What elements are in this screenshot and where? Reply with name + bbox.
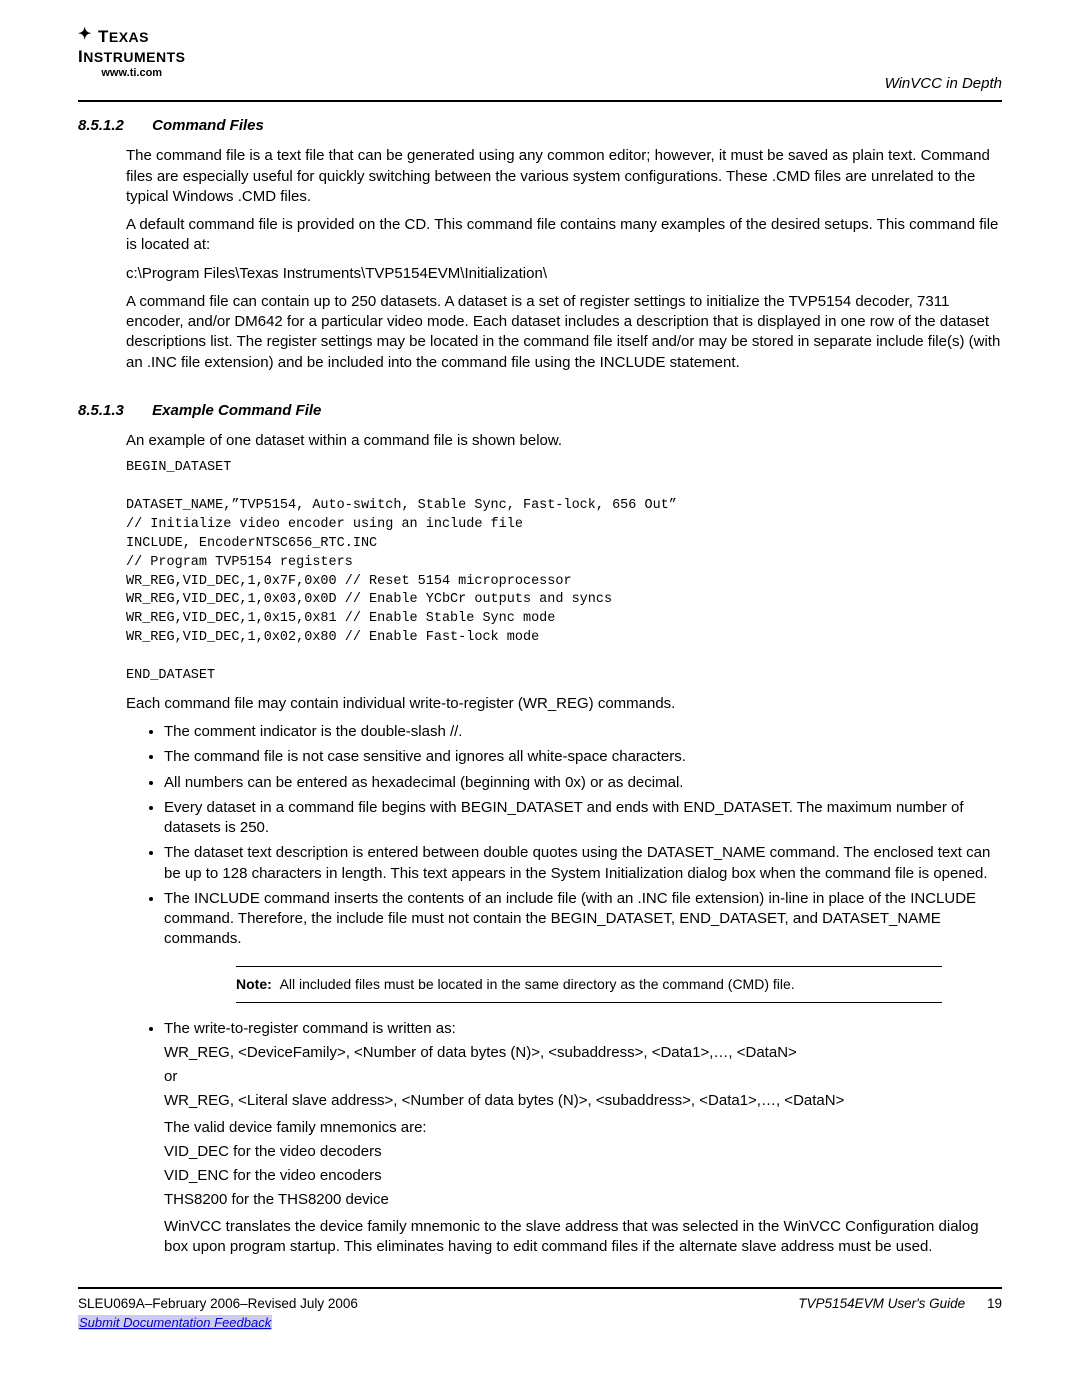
footer-doc-title: TVP5154EVM User's Guide: [798, 1296, 965, 1311]
paragraph: WinVCC translates the device family mnem…: [164, 1217, 1002, 1258]
note-rule: [236, 1002, 942, 1003]
list-item: The command file is not case sensitive a…: [164, 747, 1002, 767]
mnemonic-line: VID_ENC for the video encoders: [164, 1166, 1002, 1186]
list-item: The INCLUDE command inserts the contents…: [164, 889, 1002, 950]
file-path: c:\Program Files\Texas Instruments\TVP51…: [126, 264, 1002, 284]
list-item: The write-to-register command is written…: [164, 1019, 1002, 1258]
section-title: Example Command File: [152, 402, 321, 419]
list-item: Every dataset in a command file begins w…: [164, 798, 1002, 839]
ti-logo: ✦ TEXAS INSTRUMENTS www.ti.com: [78, 26, 185, 81]
syntax-line: WR_REG, <Literal slave address>, <Number…: [164, 1091, 1002, 1111]
code-block: BEGIN_DATASET DATASET_NAME,”TVP5154, Aut…: [126, 459, 1002, 686]
paragraph: The command file is a text file that can…: [126, 146, 1002, 207]
section-number: 8.5.1.2: [78, 116, 148, 136]
bullet-list: The write-to-register command is written…: [126, 1019, 1002, 1258]
list-item: The comment indicator is the double-slas…: [164, 722, 1002, 742]
header-rule: [78, 100, 1002, 102]
syntax-line: WR_REG, <DeviceFamily>, <Number of data …: [164, 1043, 1002, 1063]
footer-rule: [78, 1287, 1002, 1289]
list-item-text: The write-to-register command is written…: [164, 1020, 456, 1037]
paragraph: A command file can contain up to 250 dat…: [126, 292, 1002, 373]
paragraph: Each command file may contain individual…: [126, 694, 1002, 714]
mnemonic-line: VID_DEC for the video decoders: [164, 1142, 1002, 1162]
header-chapter: WinVCC in Depth: [885, 74, 1002, 94]
section-number: 8.5.1.3: [78, 401, 148, 421]
paragraph: An example of one dataset within a comma…: [126, 431, 1002, 451]
bullet-list: The comment indicator is the double-slas…: [126, 722, 1002, 950]
note-text: All included files must be located in th…: [280, 976, 795, 992]
section-title: Command Files: [152, 117, 264, 134]
paragraph: The valid device family mnemonics are:: [164, 1118, 1002, 1138]
syntax-or: or: [164, 1067, 1002, 1087]
list-item: All numbers can be entered as hexadecima…: [164, 773, 1002, 793]
feedback-link[interactable]: Submit Documentation Feedback: [78, 1315, 272, 1330]
page-number: 19: [987, 1296, 1002, 1311]
list-item: The dataset text description is entered …: [164, 843, 1002, 884]
note-label: Note:: [236, 976, 272, 992]
note-rule: [236, 966, 942, 967]
paragraph: A default command file is provided on th…: [126, 215, 1002, 256]
note-box: Note: All included files must be located…: [236, 966, 942, 1003]
footer-left: SLEU069A–February 2006–Revised July 2006: [78, 1295, 358, 1313]
logo-url: www.ti.com: [78, 66, 185, 81]
mnemonic-line: THS8200 for the THS8200 device: [164, 1190, 1002, 1210]
